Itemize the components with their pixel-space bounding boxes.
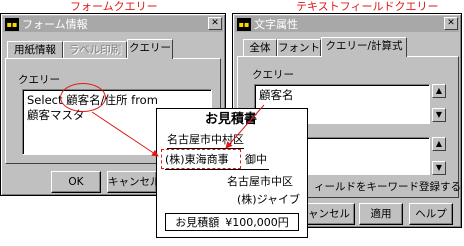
estimate-document: お見積書 名古屋市中村区 (株)東海商事 御中 名古屋市中区 (株)ジャイブ お… bbox=[156, 108, 308, 238]
apply-button[interactable]: 適用 bbox=[359, 203, 403, 225]
tab-font[interactable]: フォント bbox=[277, 39, 321, 57]
tab-general[interactable]: 全体 bbox=[243, 39, 277, 57]
window-title: フォーム情報 bbox=[22, 18, 88, 31]
query-field-value: 顧客名 bbox=[259, 88, 294, 102]
tab-label-print[interactable]: ラベル印刷 bbox=[63, 41, 127, 59]
tab-query-formula[interactable]: クエリー/計算式 bbox=[321, 37, 407, 57]
customer-honorific: 御中 bbox=[245, 153, 267, 166]
help-button[interactable]: ヘルプ bbox=[409, 203, 453, 225]
close-icon[interactable]: ✕ bbox=[208, 17, 222, 30]
text-attribute-titlebar[interactable]: ▪▪ 文字属性 ✕ bbox=[235, 16, 459, 32]
spin-up-arrow-icon[interactable]: ▲ bbox=[432, 84, 446, 98]
spin-up-arrow-icon[interactable]: ▲ bbox=[432, 137, 446, 151]
ok-button[interactable]: OK bbox=[51, 171, 101, 193]
sender-address: 名古屋市中区 bbox=[227, 175, 293, 188]
amount-box: お見積額 ¥100,000円 bbox=[165, 213, 299, 231]
cancel-button[interactable]: キャンセル bbox=[107, 171, 161, 193]
amount-value: ¥100,000円 bbox=[225, 216, 289, 229]
query-line: Select 顧客名/住所 from bbox=[27, 93, 158, 107]
tab-query[interactable]: クエリー bbox=[127, 39, 173, 59]
app-window-icon: ▪▪ bbox=[237, 17, 251, 31]
spin-down-arrow-icon[interactable]: ▼ bbox=[432, 108, 446, 122]
window-title: 文字属性 bbox=[254, 18, 298, 31]
close-icon[interactable]: ✕ bbox=[444, 17, 458, 30]
query-group-label: クエリー bbox=[252, 69, 294, 81]
app-window-icon: ▪▪ bbox=[5, 17, 19, 31]
document-title: お見積書 bbox=[205, 112, 258, 127]
customer-address: 名古屋市中村区 bbox=[167, 133, 244, 149]
sender-name: (株)ジャイブ bbox=[237, 193, 301, 206]
customer-underline bbox=[165, 169, 269, 170]
spin-down-arrow-icon[interactable]: ▼ bbox=[432, 161, 446, 175]
customer-field-highlight bbox=[60, 83, 106, 112]
amount-label: お見積額 bbox=[175, 216, 220, 229]
tab-paper-info[interactable]: 用紙情報 bbox=[7, 41, 63, 59]
text-field-query-caption: テキストフィールドクエリー bbox=[296, 0, 439, 13]
customer-name-highlight bbox=[161, 149, 241, 169]
form-info-titlebar[interactable]: ▪▪ フォーム情報 ✕ bbox=[3, 16, 223, 32]
keyword-register-option[interactable]: ィールドをキーワード登録する bbox=[314, 179, 461, 194]
query-group-label: クエリー bbox=[18, 74, 60, 86]
cancel-button[interactable]: ャンセル bbox=[303, 203, 355, 225]
form-query-caption: フォームクエリー bbox=[70, 0, 158, 13]
